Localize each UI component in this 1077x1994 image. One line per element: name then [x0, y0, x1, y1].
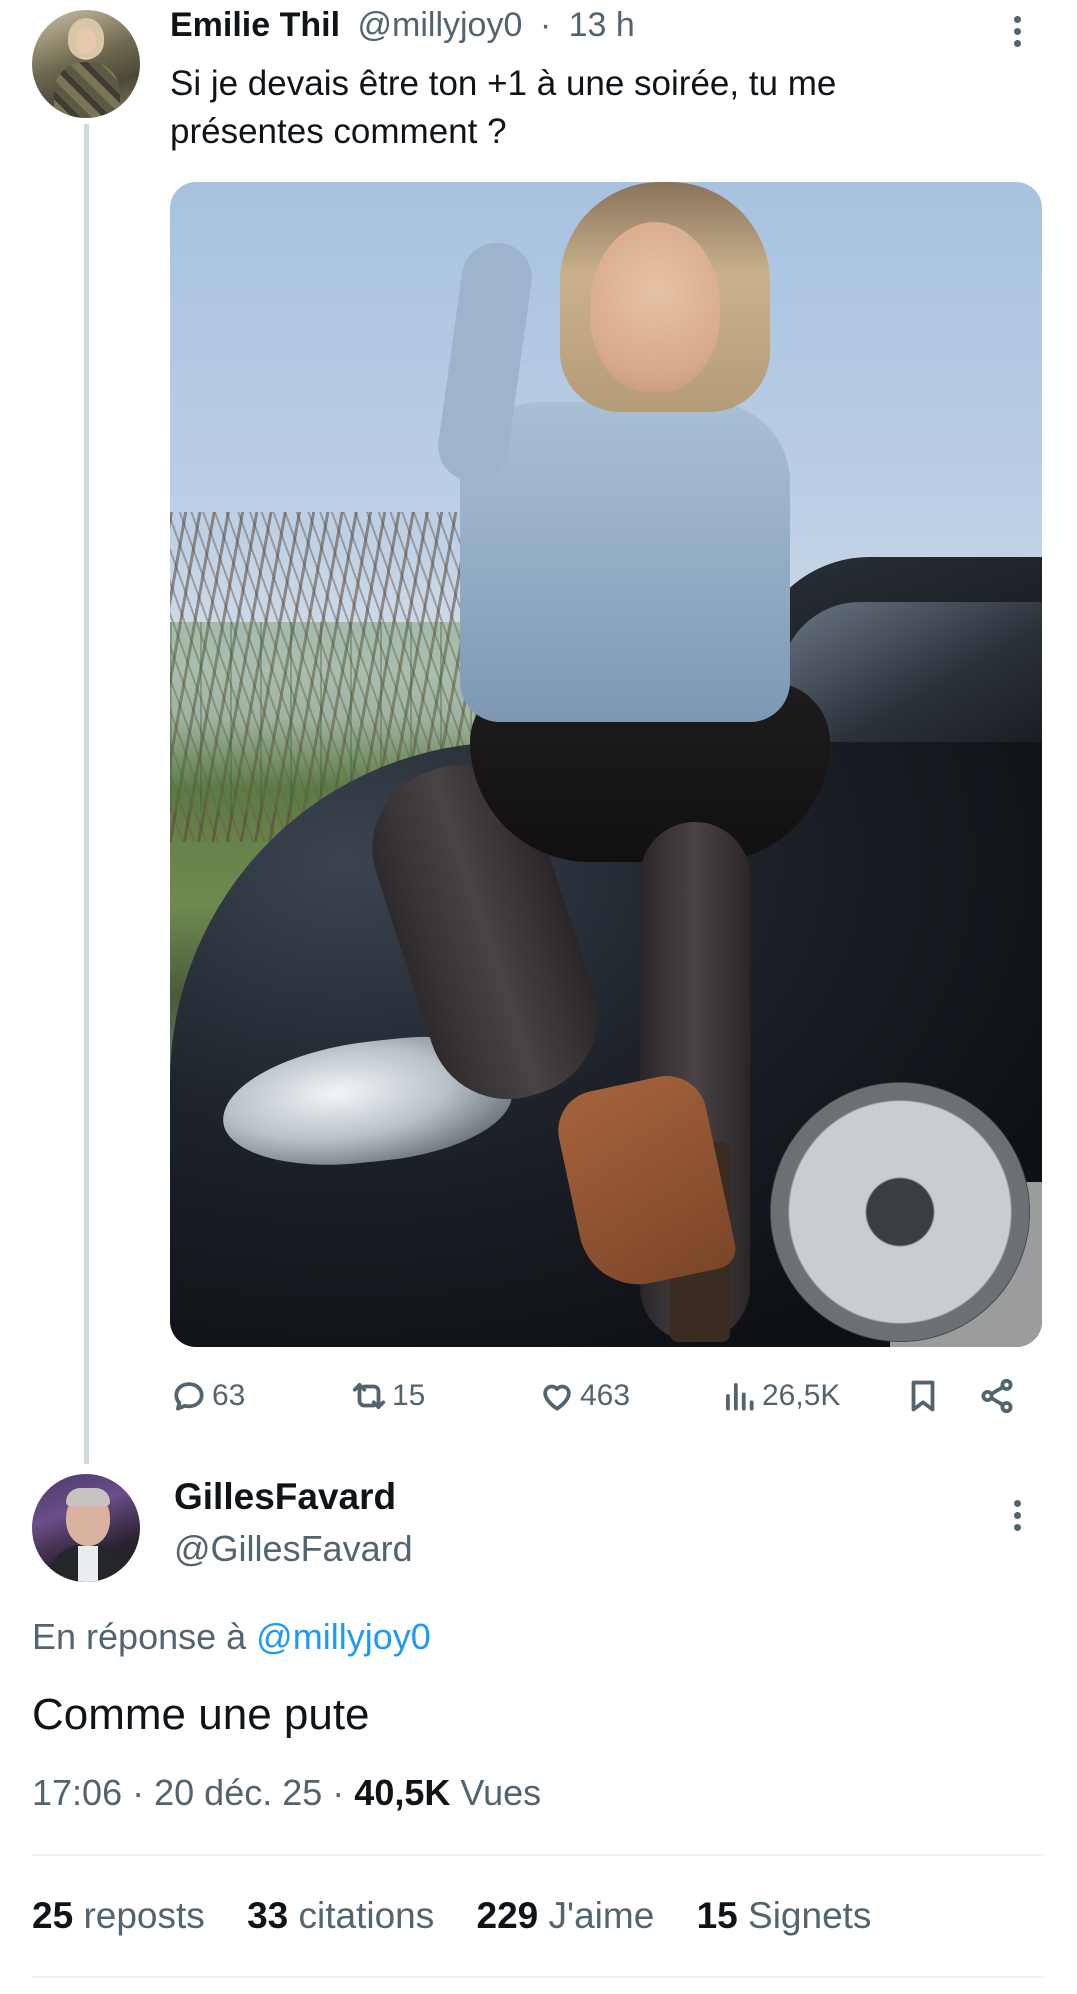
- like-count: 463: [580, 1379, 631, 1412]
- stat-label: J'aime: [548, 1895, 655, 1936]
- in-reply-to: En réponse à @millyjoy0: [32, 1616, 431, 1658]
- reply-meta: 17:06 · 20 déc. 25 · 40,5K Vues: [32, 1772, 541, 1814]
- stat-count: 15: [696, 1895, 738, 1936]
- views-button[interactable]: 26,5K: [720, 1376, 840, 1416]
- reply-count: 63: [212, 1379, 246, 1412]
- tweet-time[interactable]: 13 h: [569, 6, 635, 45]
- stat-label: citations: [298, 1895, 435, 1936]
- views-count: 26,5K: [762, 1379, 841, 1412]
- bookmark-button[interactable]: [904, 1376, 942, 1416]
- reply-date[interactable]: 20 déc. 25: [154, 1772, 322, 1813]
- avatar-hair: [66, 1488, 110, 1506]
- author-handle[interactable]: @millyjoy0: [358, 6, 523, 45]
- stat-bookmarks[interactable]: 15 Signets: [697, 1895, 872, 1937]
- reply-views-label: Vues: [460, 1772, 542, 1813]
- avatar-shirt: [78, 1546, 98, 1582]
- divider: [32, 1976, 1044, 1978]
- stat-count: 33: [247, 1895, 289, 1936]
- tweet-header: Emilie Thil @millyjoy0 · 13 h: [170, 6, 635, 45]
- reply-author-name[interactable]: GillesFavard: [174, 1476, 396, 1518]
- repost-count: 15: [392, 1379, 426, 1412]
- thread-line: [84, 124, 89, 1464]
- meta-dot: ·: [332, 1772, 345, 1813]
- in-reply-prefix: En réponse à: [32, 1616, 247, 1657]
- reply-author-handle[interactable]: @GillesFavard: [174, 1528, 413, 1570]
- tweet-photo[interactable]: [170, 182, 1042, 1347]
- reply-icon: [174, 1382, 204, 1411]
- divider: [32, 1854, 1044, 1856]
- views-icon: [726, 1383, 754, 1411]
- reply-views-count: 40,5K: [354, 1772, 451, 1813]
- share-button[interactable]: [978, 1376, 1016, 1416]
- share-icon: [981, 1378, 1013, 1414]
- stat-citations[interactable]: 33 citations: [247, 1895, 434, 1937]
- separator-dot: ·: [539, 6, 552, 44]
- stat-reposts[interactable]: 25 reposts: [32, 1895, 205, 1937]
- tweet-text: Si je devais être ton +1 à une soirée, t…: [170, 64, 837, 151]
- more-icon[interactable]: [1014, 16, 1022, 52]
- bookmark-icon: [911, 1380, 935, 1412]
- stat-count: 25: [32, 1895, 74, 1936]
- reply-time[interactable]: 17:06: [32, 1772, 122, 1813]
- stat-label: Signets: [748, 1895, 872, 1936]
- more-icon[interactable]: [1014, 1500, 1022, 1536]
- engagement-stats: 25 reposts 33 citations 229 J'aime 15 Si…: [32, 1895, 903, 1937]
- stat-likes[interactable]: 229 J'aime: [477, 1895, 655, 1937]
- in-reply-handle-link[interactable]: @millyjoy0: [256, 1616, 431, 1657]
- avatar-emilie[interactable]: [32, 10, 140, 118]
- like-button[interactable]: 463: [538, 1376, 630, 1416]
- reply-text: Comme une pute: [32, 1690, 370, 1739]
- meta-dot: ·: [132, 1772, 145, 1813]
- like-icon: [543, 1384, 571, 1411]
- avatar-gilles[interactable]: [32, 1474, 140, 1582]
- repost-icon: [352, 1383, 386, 1409]
- author-name[interactable]: Emilie Thil: [170, 6, 340, 45]
- reply-button[interactable]: 63: [170, 1376, 245, 1416]
- avatar-face: [76, 28, 96, 54]
- stat-label: reposts: [83, 1895, 205, 1936]
- stat-count: 229: [476, 1895, 539, 1936]
- avatar-body: [54, 62, 120, 118]
- repost-button[interactable]: 15: [350, 1376, 425, 1416]
